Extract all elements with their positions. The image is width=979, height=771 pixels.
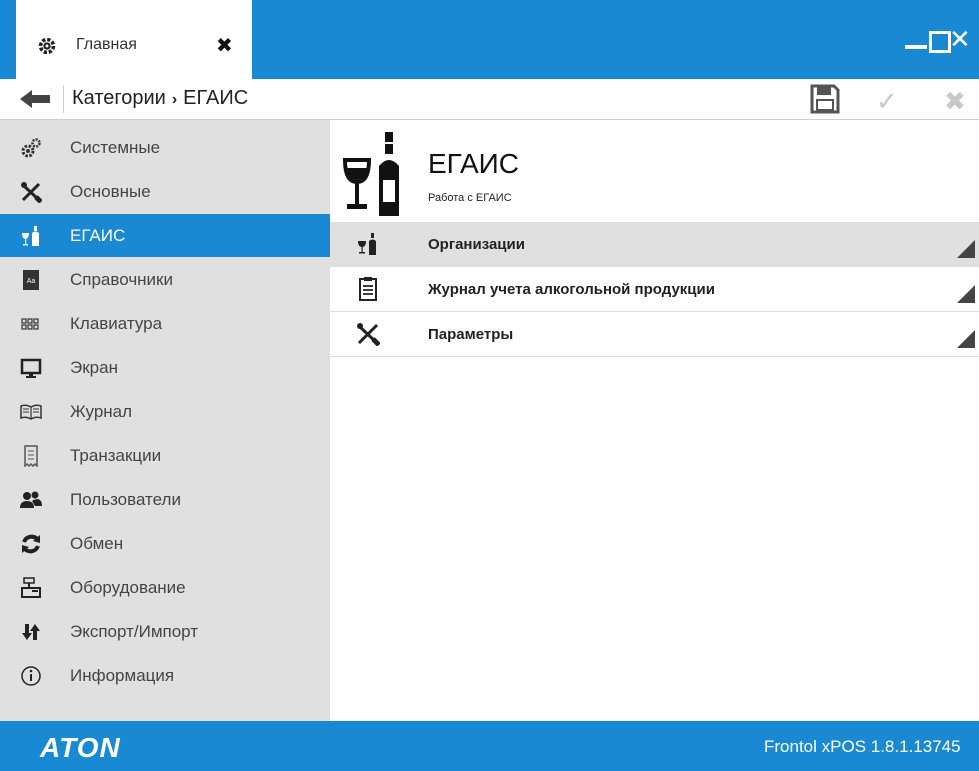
sidebar-item-label: Основные [70, 182, 151, 201]
list-item-label: Организации [428, 236, 525, 253]
close-window-button[interactable]: ✕ [949, 26, 971, 56]
sidebar-item-label: ЕГАИС [70, 226, 126, 245]
tab-label: Главная [76, 36, 137, 53]
book-icon: Aa [23, 270, 39, 290]
tools-icon [357, 323, 380, 346]
sidebar-item-label: Информация [70, 666, 175, 685]
sidebar-item-information[interactable]: Информация [0, 654, 330, 697]
users-icon [20, 491, 42, 508]
clipboard-icon [359, 277, 377, 301]
list-item-label: Параметры [428, 326, 514, 343]
maximize-button[interactable] [929, 31, 951, 53]
gear-icon [38, 37, 56, 55]
receipt-icon [24, 445, 38, 467]
sidebar-item-system[interactable]: Системные [0, 126, 330, 169]
journal-icon [20, 404, 42, 420]
corner-triangle-icon [957, 240, 975, 258]
sync-icon [22, 534, 40, 554]
aton-logo: ATON [40, 732, 121, 763]
keyboard-icon [21, 318, 39, 330]
tools-icon [21, 182, 42, 203]
save-icon[interactable] [810, 84, 840, 114]
export-import-icon [22, 624, 40, 640]
confirm-button[interactable]: ✓ [876, 86, 898, 117]
info-icon [21, 666, 41, 686]
sidebar-item-export-import[interactable]: Экспорт/Импорт [0, 610, 330, 653]
gears-icon [21, 138, 41, 158]
sidebar-item-keyboard[interactable]: Клавиатура [0, 302, 330, 345]
breadcrumb-current: ЕГАИС [183, 87, 249, 109]
sidebar-item-basic[interactable]: Основные [0, 170, 330, 213]
sidebar-item-label: Экспорт/Импорт [70, 622, 199, 641]
breadcrumb-root[interactable]: Категории [72, 87, 166, 109]
sidebar-item-references[interactable]: Aa Справочники [0, 258, 330, 301]
sidebar-item-label: Обмен [70, 534, 124, 553]
list-item-organizations[interactable]: Организации [330, 222, 979, 267]
sidebar-item-equipment[interactable]: Оборудование [0, 566, 330, 609]
corner-triangle-icon [957, 330, 975, 348]
version-label: Frontol xPOS 1.8.1.13745 [764, 737, 961, 756]
sidebar-item-journal[interactable]: Журнал [0, 390, 330, 433]
sidebar: Системные Основные ЕГАИС Aa Справочники … [0, 120, 330, 721]
sidebar-item-label: Оборудование [70, 578, 186, 597]
page-title: ЕГАИС [428, 148, 519, 179]
list-item-alcohol-journal[interactable]: Журнал учета алкогольной продукции [330, 267, 979, 312]
back-arrow-icon[interactable] [20, 90, 50, 108]
breadcrumb-chevron-icon: › [171, 91, 178, 108]
wine-icon [22, 226, 39, 246]
sidebar-item-label: Системные [70, 138, 161, 157]
list-item-label: Журнал учета алкогольной продукции [428, 281, 715, 298]
tab-main[interactable]: Главная ✖ [16, 0, 252, 79]
tab-close-icon[interactable]: ✖ [216, 33, 233, 58]
breadcrumb: Категории › ЕГАИС [72, 87, 248, 110]
minimize-button[interactable] [905, 45, 927, 49]
page-subtitle: Работа с ЕГАИС [428, 192, 512, 204]
corner-triangle-icon [957, 285, 975, 303]
app-window: Главная ✖ ✕ Категории › ЕГАИС ✓ ✖ Системны… [0, 0, 979, 771]
cash-register-icon [21, 577, 41, 598]
content-panel [330, 120, 979, 721]
sidebar-item-label: Справочники [70, 270, 173, 289]
toolbar-divider [63, 85, 64, 113]
sidebar-item-transactions[interactable]: Транзакции [0, 434, 330, 477]
sidebar-item-egais[interactable]: ЕГАИС [0, 214, 330, 257]
sidebar-item-users[interactable]: Пользователи [0, 478, 330, 521]
monitor-icon [20, 358, 42, 378]
list-item-parameters[interactable]: Параметры [330, 312, 979, 357]
sidebar-item-label: Журнал [70, 402, 133, 421]
sidebar-item-label: Экран [70, 358, 118, 377]
sidebar-item-label: Пользователи [70, 490, 181, 509]
cancel-button[interactable]: ✖ [944, 86, 966, 117]
svg-text:Aa: Aa [27, 278, 36, 285]
title-bar: Главная ✖ ✕ [0, 0, 979, 79]
wine-icon [343, 132, 399, 216]
wine-icon [358, 233, 376, 255]
sidebar-item-label: Клавиатура [70, 314, 163, 333]
sidebar-item-label: Транзакции [70, 446, 162, 465]
sidebar-item-exchange[interactable]: Обмен [0, 522, 330, 565]
sidebar-item-screen[interactable]: Экран [0, 346, 330, 389]
